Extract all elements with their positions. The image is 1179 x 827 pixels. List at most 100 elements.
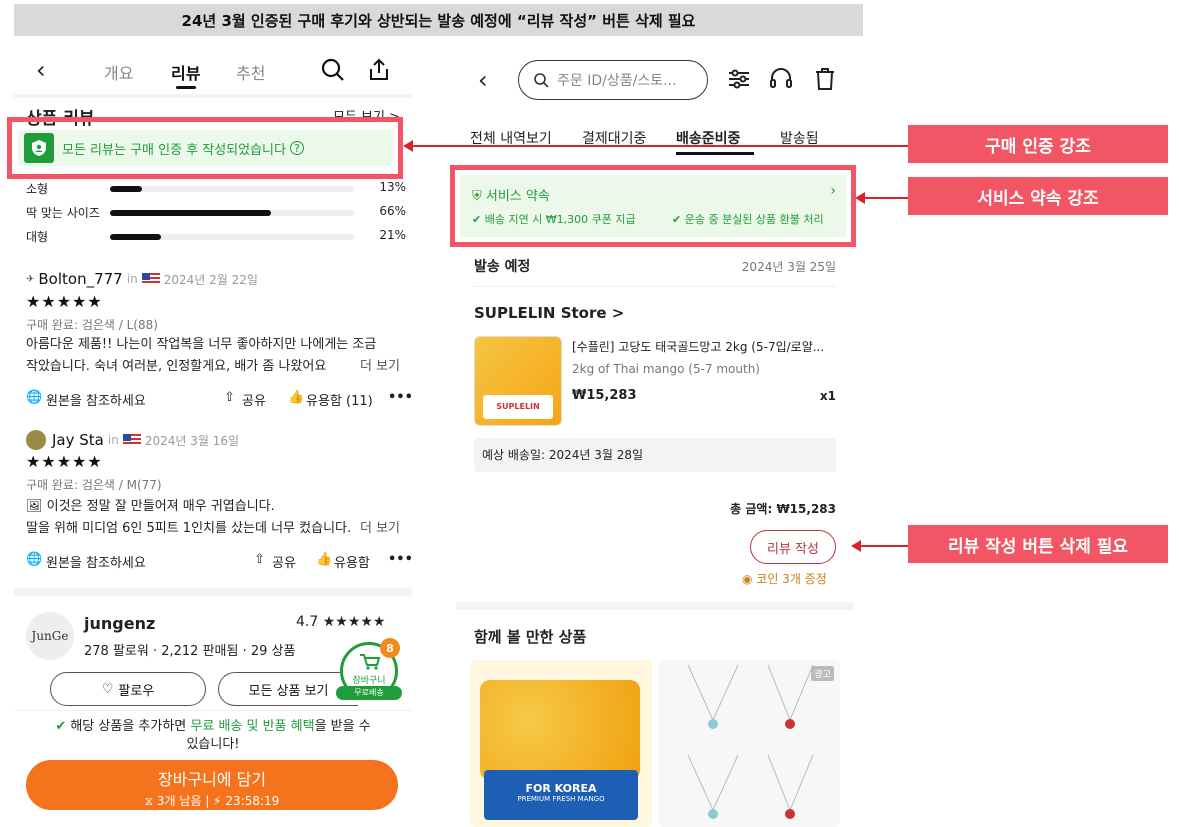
headset-icon[interactable] [768,66,794,92]
review-date: 2024년 2월 22일 [163,272,258,287]
mango-box: FOR KOREA PREMIUM FRESH MANGO [484,770,638,820]
promise-title-text: 서비스 약속 [485,189,550,204]
size-label: 대형 [26,230,49,244]
verify-highlight-frame: 모든 리뷰는 구매 인증 후 작성되었습니다 ? [7,117,403,179]
promise-highlight-frame: ⛨ 서비스 약속 › ✔ 배송 지연 시 ₩1,300 쿠폰 지급 ✔ 운송 중… [450,165,856,247]
eta-box: 예상 배송일: 2024년 3월 28일 [474,438,836,472]
tab-underline [676,152,754,155]
see-original-link[interactable]: 원본을 참조하세요 [46,390,146,409]
add-to-cart-button[interactable]: 장바구니에 담기 ⧖ 3개 남음 | ⚡ 23:58:19 [26,760,398,810]
share-button[interactable]: 공유 [272,552,296,571]
reviewer-name: Jay Sta [52,431,104,449]
shield-icon: ⛨ [472,189,486,204]
store-name[interactable]: jungenz [84,614,155,633]
more-options-icon[interactable]: ••• [388,390,412,405]
product-label: SUPLELIN [483,395,553,419]
in-label: in [126,272,138,286]
ship-date: 2024년 3월 25일 [741,260,836,274]
helpful-button[interactable]: 유용함 [334,552,370,571]
cart-label: 장바구니 [352,676,386,686]
globe-icon: 🌐 [26,390,43,405]
countdown: 23:58:19 [225,794,280,808]
callout-review-button: 리뷰 작성 버튼 삭제 필요 [908,525,1168,563]
callout-verify: 구매 인증 강조 [908,125,1168,163]
avatar [26,430,46,450]
review-text-2: 작았습니다. 숙녀 여러분, 인정할게요, 배가 좀 나왔어요. [26,359,326,374]
mango-image [480,680,640,780]
promise-text: 배송 지연 시 ₩1,300 쿠폰 지급 [484,213,636,226]
order-total: 총 금액: ₩15,283 [730,502,836,516]
share-icon: ⇧ [254,552,265,567]
coin-reward: ◉ 코인 3개 증정 [742,570,827,587]
trash-icon[interactable] [812,66,838,92]
promise-item-2: ✔ 운송 중 분실된 상품 환불 처리 [672,211,824,227]
back-icon[interactable]: ‹ [36,56,46,84]
product-name[interactable]: [수플린] 고당도 태국골드망고 2kg (5-7입/로얄... [572,338,838,355]
user-icon: ✈ [26,273,35,285]
reviewer-2: Jay Sta in 2024년 3월 16일 [26,430,239,450]
verify-text: 모든 리뷰는 구매 인증 후 작성되었습니다 [62,142,286,158]
more-link[interactable]: 더 보기 [360,518,400,540]
callout-arrow-promise [855,192,908,204]
lightning-icon: ⚡ [213,794,226,808]
store-rating: 4.7 ★★★★★ [296,614,385,630]
tab-underline [176,86,196,89]
size-label: 소형 [26,182,49,196]
image-icon: 🖼 [26,499,47,514]
chevron-right-icon[interactable]: › [830,183,836,199]
box-title: FOR KOREA [525,782,597,795]
product-image[interactable]: SUPLELIN [474,336,562,426]
share-button[interactable]: 공유 [242,390,266,409]
rating-value: 4.7 [296,614,319,630]
size-label: 딱 맞는 사이즈 [26,206,100,220]
size-pct: 21% [379,228,406,242]
filter-icon[interactable] [726,66,752,92]
recommend-card-necklace[interactable]: 광고 [658,660,840,827]
store-avatar[interactable]: JunGe [26,612,74,660]
divider [14,710,412,711]
share-icon[interactable] [366,57,392,83]
callout-arrow-verify [403,140,908,152]
store-stats: 278 팔로워 · 2,212 판매됨 · 29 상품 [84,644,296,659]
coin-icon: ◉ [742,572,757,586]
verified-reviews-notice: 모든 리뷰는 구매 인증 후 작성되었습니다 ? [18,130,392,166]
promise-text: 운송 중 분실된 상품 환불 처리 [684,213,824,226]
check-icon: ✔ [55,719,71,734]
us-flag-icon [141,273,160,285]
follow-button[interactable]: ♡ 팔로우 [50,672,206,706]
help-icon[interactable]: ? [289,141,304,155]
tab-overview[interactable]: 개요 [104,60,133,84]
recommend-title: 함께 볼 만한 상품 [474,628,587,646]
sold-count: 2,212 판매됨 [161,644,239,659]
free-ship-tag: 무료배송 [336,686,402,700]
back-icon[interactable]: ‹ [478,66,488,94]
cart-icon [360,654,381,670]
size-pct: 66% [379,204,406,218]
recommend-card-mango[interactable]: FOR KOREA PREMIUM FRESH MANGO [470,660,652,827]
promise-title: ⛨ 서비스 약속 [472,185,550,204]
check-icon: ✔ [672,213,685,226]
more-options-icon[interactable]: ••• [388,552,412,567]
review-text-2: 딸을 위해 미디엄 6인 5피트 1인치를 샀는데 너무 컸습니다. [26,521,352,536]
notice-text: 해당 상품을 추가하면 [70,719,191,734]
service-promise-card[interactable]: ⛨ 서비스 약속 › ✔ 배송 지연 시 ₩1,300 쿠폰 지급 ✔ 운송 중… [460,175,846,237]
tab-recommend[interactable]: 추천 [236,60,265,84]
divider [14,94,412,98]
in-label: in [107,433,119,447]
tab-reviews[interactable]: 리뷰 [171,60,200,84]
share-icon: ⇧ [224,390,235,405]
order-search-input[interactable]: 주문 ID/상품/스토... [518,60,708,100]
cart-count-badge: 8 [380,638,400,658]
promise-item-1: ✔ 배송 지연 시 ₩1,300 쿠폰 지급 [472,211,636,227]
store-link[interactable]: SUPLELIN Store > [474,304,624,322]
search-icon[interactable] [320,57,346,83]
thumbs-up-icon: 👍 [316,552,333,567]
heart-icon: ♡ [101,681,114,697]
more-link[interactable]: 더 보기 [360,356,400,378]
product-quantity: x1 [819,389,836,403]
see-original-link[interactable]: 원본을 참조하세요 [46,552,146,571]
helpful-button[interactable]: 유용함 (11) [306,390,373,409]
write-review-button[interactable]: 리뷰 작성 [750,530,836,564]
review-actions: 🌐 원본을 참조하세요 ⇧ 공유 👍 유용함 ••• [26,552,412,572]
box-subtitle: PREMIUM FRESH MANGO [517,795,605,803]
